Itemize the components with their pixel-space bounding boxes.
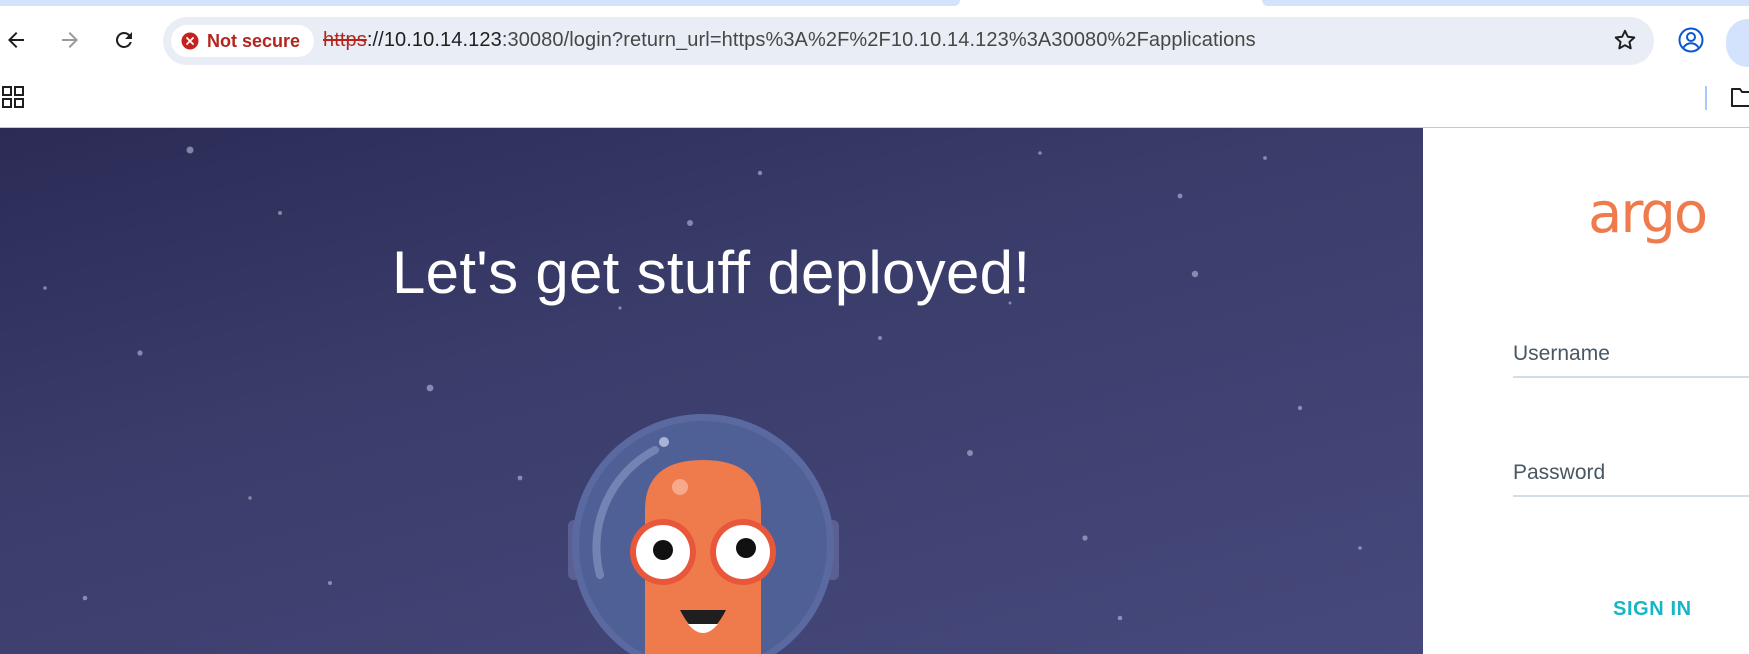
bookmark-star-button[interactable] <box>1612 27 1638 58</box>
password-field[interactable]: Password <box>1513 453 1749 497</box>
reload-icon <box>116 31 132 48</box>
forward-arrow-icon <box>62 32 78 48</box>
argo-logo: argo <box>1588 182 1708 246</box>
sign-in-button[interactable]: SIGN IN <box>1613 598 1692 621</box>
username-label: Username <box>1513 342 1610 365</box>
star-icon <box>1614 29 1636 50</box>
folder-icon <box>1731 88 1749 107</box>
url-path: :30080/login?return_url=https%3A%2F%2F10… <box>501 29 1256 51</box>
hero-panel: Let's get stuff deployed! <box>0 128 1423 654</box>
svg-text:argo: argo <box>1588 182 1706 246</box>
login-panel: argo Username Password SIGN IN <box>1423 128 1749 654</box>
url-host: ://10.10.14.123 <box>366 29 502 51</box>
apps-button[interactable] <box>2 86 26 115</box>
bookmarks-bar <box>0 76 1749 128</box>
url-text[interactable]: https://10.10.14.123:30080/login?return_… <box>323 29 1256 52</box>
back-arrow-icon <box>8 32 24 48</box>
forward-button[interactable] <box>52 22 88 58</box>
profile-icon <box>1678 27 1704 53</box>
back-button[interactable] <box>0 22 34 58</box>
argo-mascot-illustration <box>568 414 839 654</box>
reload-button[interactable] <box>106 22 142 58</box>
not-secure-label: Not secure <box>207 30 301 51</box>
password-label: Password <box>1513 461 1606 484</box>
bookmarks-folder[interactable] <box>1730 85 1749 114</box>
browser-menu-pill[interactable] <box>1726 19 1749 67</box>
address-bar[interactable]: Not secure https://10.10.14.123:30080/lo… <box>163 17 1654 65</box>
error-circle-icon <box>181 32 199 50</box>
apps-grid-icon <box>2 86 24 108</box>
hero-title: Let's get stuff deployed! <box>392 239 1031 306</box>
page-content: Let's get stuff deployed! argo Username <box>0 128 1749 654</box>
security-chip[interactable]: Not secure <box>171 25 315 57</box>
browser-toolbar: Not secure https://10.10.14.123:30080/lo… <box>0 6 1749 76</box>
profile-button[interactable] <box>1678 27 1704 58</box>
username-field[interactable]: Username <box>1513 334 1749 378</box>
url-scheme: https <box>323 29 367 51</box>
bookmarks-separator <box>1705 86 1707 110</box>
